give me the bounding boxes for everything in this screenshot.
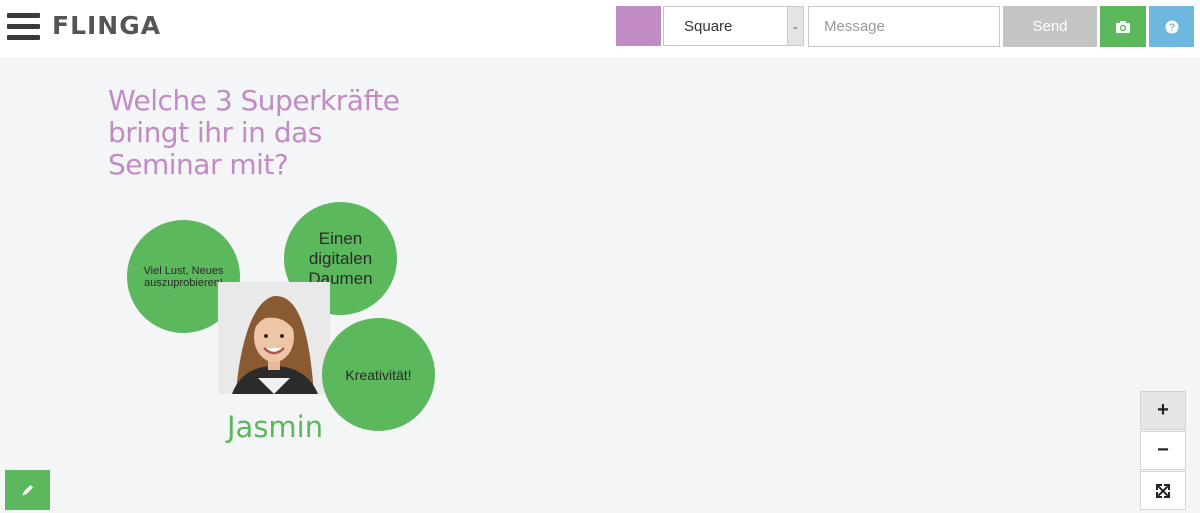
expand-icon <box>1156 483 1170 498</box>
chevron-down-icon[interactable]: ⌄ <box>787 7 803 45</box>
help-button[interactable]: ? <box>1149 6 1194 47</box>
camera-icon <box>1116 20 1130 33</box>
shape-select-value: Square <box>684 18 733 35</box>
svg-text:?: ? <box>1168 22 1174 33</box>
pencil-icon <box>22 485 33 496</box>
hamburger-menu-icon[interactable] <box>7 13 40 40</box>
note-bubble[interactable]: Kreativität! <box>322 318 435 431</box>
send-button[interactable]: Send <box>1003 6 1097 47</box>
avatar[interactable] <box>218 282 330 394</box>
top-toolbar: FLINGA Square ⌄ Send ? <box>0 0 1200 57</box>
board-title: Welche 3 Superkräfte bringt ihr in das S… <box>108 84 400 181</box>
edit-button[interactable] <box>5 470 50 510</box>
message-input[interactable] <box>808 6 1000 47</box>
question-icon: ? <box>1165 20 1178 33</box>
zoom-in-button[interactable]: + <box>1140 391 1186 430</box>
fit-screen-button[interactable] <box>1140 471 1186 510</box>
camera-button[interactable] <box>1100 6 1146 47</box>
zoom-out-button[interactable]: − <box>1140 431 1186 470</box>
color-picker-swatch[interactable] <box>616 6 661 46</box>
person-name: Jasmin <box>227 410 324 444</box>
shape-select[interactable]: Square ⌄ <box>663 6 804 46</box>
flinga-logo[interactable]: FLINGA <box>52 11 161 40</box>
